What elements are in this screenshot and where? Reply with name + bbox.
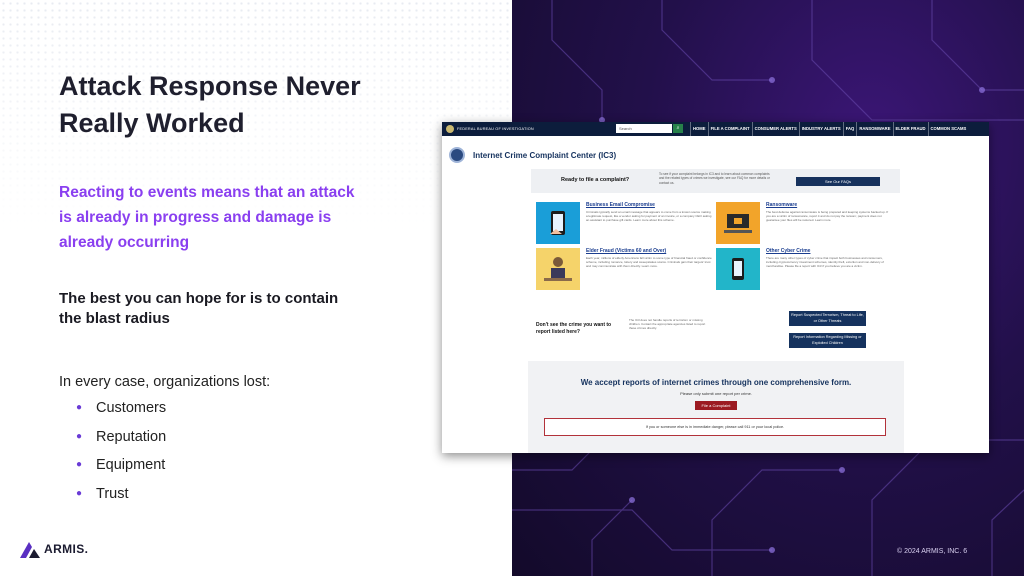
card-title[interactable]: Elder Fraud (Victims 60 and Over) [586,248,666,254]
ic3-seal-icon [449,147,465,163]
slide-title: Attack Response Never Really Worked [59,71,361,138]
bullet-dot-icon: ● [76,430,83,442]
card-other-cyber-crime: Other Cyber Crime There are many other t… [716,248,894,290]
agency-name: FEDERAL BUREAU OF INVESTIGATION [457,127,534,131]
menu-item-file-complaint[interactable]: FILE A COMPLAINT [707,122,752,136]
armis-logo: ARMIS. [20,537,88,561]
card-body: Criminals typically send an email messag… [586,210,712,223]
ic3-website-screenshot: FEDERAL BUREAU OF INVESTIGATION Search ⌕… [442,122,989,453]
key-point: The best you can hope for is to contain … [59,290,339,327]
report-terrorism-button[interactable]: Report Suspected Terrorism, Threat to Li… [789,311,866,326]
accept-subtitle: Please only submit one report per crime. [680,391,752,396]
list-item: ● Trust [76,485,129,502]
card-title[interactable]: Ransomware [766,202,797,208]
list-item: ● Equipment [76,457,166,474]
card-body: Each year, millions of elderly Americans… [586,256,712,269]
file-complaint-button[interactable]: File a Complaint [695,401,737,410]
menu-item-consumer-alerts[interactable]: CONSUMER ALERTS [751,122,799,136]
card-body: There are many other types of cyber crim… [766,256,884,269]
ready-question: Ready to file a complaint? [561,177,630,183]
danger-notice: If you or someone else is in immediate d… [544,418,886,436]
fbi-nav-bar: FEDERAL BUREAU OF INVESTIGATION Search ⌕… [442,122,989,136]
list-item: ● Reputation [76,428,167,445]
bullet-dot-icon: ● [76,459,83,471]
armis-logo-icon [20,542,40,558]
search-icon[interactable]: ⌕ [673,124,683,133]
lead-statement: Reacting to events means that an attack … [59,184,355,251]
ready-description: To see if your complaint belongs in IC3 … [659,172,770,185]
card-title[interactable]: Other Cyber Crime [766,248,810,254]
copyright: © 2024 ARMIS, INC. 6 [897,548,968,555]
lost-list: ● Customers ● Reputation ● Equipment ● Trust [76,400,166,514]
ready-to-file-box: Ready to file a complaint? To see if you… [531,169,900,193]
see-faqs-button[interactable]: See Our FAQs [796,177,880,186]
card-business-email: Business Email Compromise Criminals typi… [536,202,714,244]
cyber-crime-icon [716,248,760,290]
accept-reports-box: We accept reports of internet crimes thr… [528,361,904,453]
menu-item-ransomware[interactable]: RANSOMWARE [856,122,892,136]
search-input[interactable]: Search [616,124,672,133]
menu-item-home[interactable]: HOME [690,122,708,136]
card-body: The best defense against ransomware is b… [766,210,889,223]
fbi-seal-icon [446,125,454,133]
ransomware-icon [716,202,760,244]
lost-intro: In every case, organizations lost: [59,374,271,390]
card-ransomware: Ransomware The best defense against rans… [716,202,894,244]
card-elder-fraud: Elder Fraud (Victims 60 and Over) Each y… [536,248,714,290]
bullet-dot-icon: ● [76,487,83,499]
card-title[interactable]: Business Email Compromise [586,202,655,208]
dont-see-description: The IC3 does not handle reports of terro… [629,318,706,331]
list-item: ● Customers [76,400,167,416]
menu-item-industry-alerts[interactable]: INDUSTRY ALERTS [798,122,843,136]
ic3-header: Internet Crime Complaint Center (IC3) [449,147,616,163]
main-menu: HOME FILE A COMPLAINT CONSUMER ALERTS IN… [690,122,968,136]
bullet-dot-icon: ● [76,402,83,413]
menu-item-common-scams[interactable]: COMMON SCAMS [927,122,969,136]
logo-text: ARMIS. [44,542,89,556]
elder-fraud-icon [536,248,580,290]
menu-item-elder-fraud[interactable]: ELDER FRAUD [892,122,928,136]
report-missing-children-button[interactable]: Report Information Regarding Missing or … [789,333,866,348]
accept-title: We accept reports of internet crimes thr… [580,378,852,387]
email-phone-icon [536,202,580,244]
dont-see-heading: Don't see the crime you want to report l… [536,322,612,335]
menu-item-faq[interactable]: FAQ [842,122,857,136]
page-title: Internet Crime Complaint Center (IC3) [473,150,617,160]
